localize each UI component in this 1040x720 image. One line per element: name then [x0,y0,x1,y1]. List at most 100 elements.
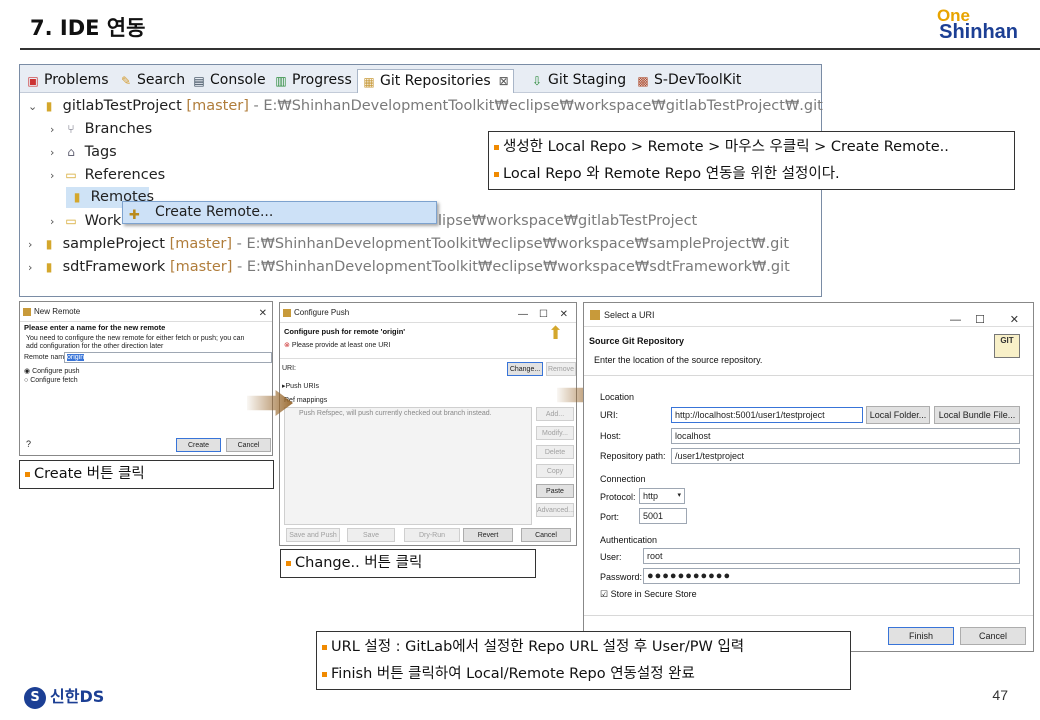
cancel-button[interactable]: Cancel [960,627,1026,645]
remove-button[interactable]: Remove [546,362,576,376]
callout-top: 생성한 Local Repo > Remote > 마우스 우클릭 > Crea… [488,131,1015,190]
view-tab-bar: ▣ Problems ✎ Search ▤ Console ▥ Progress ▦ Gi… [20,65,821,93]
working-tree-path: lipse₩workspace₩gitlabTestProject [438,213,698,229]
tree-row-references[interactable]: › ▭ References [50,164,165,186]
bullet-icon [494,172,499,177]
tree-row-tags[interactable]: › ⌂ Tags [50,141,117,163]
tab-s-devtoolkit[interactable]: ▩ S-DevToolKit [632,69,745,93]
port-input[interactable]: 5001 [639,508,687,524]
remotes-icon: ▮ [73,190,81,204]
tree-row-working-tree[interactable]: › ▭ Work [50,210,121,232]
header-divider [20,48,1040,50]
maximize-icon[interactable]: ☐ [975,308,985,332]
tab-search[interactable]: ✎ Search [115,69,189,93]
protocol-select[interactable]: http ▾ [639,488,685,504]
copy-button[interactable]: Copy [536,464,574,478]
configure-push-dialog: Configure Push — ☐ ✕ Configure push for rem… [279,302,577,546]
local-folder-button[interactable]: Local Folder... [866,406,930,424]
user-input[interactable]: root [643,548,1020,564]
save-button[interactable]: Save [347,528,395,542]
chevron-right-icon[interactable]: › [50,211,62,233]
tab-progress[interactable]: ▥ Progress [270,69,356,93]
bullet-icon [494,145,499,150]
eclipse-icon [23,308,31,316]
cancel-button[interactable]: Cancel [226,438,271,452]
close-icon[interactable]: ✕ [560,305,568,325]
revert-button[interactable]: Revert [463,528,513,542]
repository-icon: ▮ [45,99,53,113]
devtoolkit-icon: ▩ [637,74,649,88]
push-uris-toggle[interactable]: ▸Push URIs [282,382,319,390]
dry-run-button[interactable]: Dry-Run [404,528,460,542]
progress-icon: ▥ [275,74,287,88]
shinhan-logo-icon: S [24,686,46,709]
radio-configure-push[interactable]: ◉ Configure push [24,367,80,375]
branches-icon: ⑂ [67,122,75,136]
ref-mappings-table[interactable]: Push Refspec, will push currently checke… [284,407,532,525]
repository-icon: ▮ [45,237,53,251]
callout-create: Create 버튼 클릭 [19,460,274,489]
git-badge-icon: GIT [994,334,1020,358]
chevron-down-icon: ▾ [677,492,681,499]
uri-input[interactable]: http://localhost:5001/user1/testproject [671,407,863,423]
create-remote-icon: ✚ [129,208,140,223]
tree-row-branches[interactable]: › ⑂ Branches [50,118,152,140]
radio-configure-fetch[interactable]: ○ Configure fetch [24,377,78,384]
chevron-right-icon[interactable]: › [50,119,62,141]
chevron-right-icon[interactable]: › [28,234,40,256]
tab-git-repositories[interactable]: ▦ Git Repositories ⊠ [357,69,514,93]
change-button[interactable]: Change... [507,362,543,376]
cancel-button[interactable]: Cancel [521,528,571,542]
bullet-icon [286,561,291,566]
eclipse-icon [590,310,600,320]
close-icon[interactable]: ✕ [1010,308,1019,332]
store-secure-checkbox[interactable]: ☑ Store in Secure Store [600,589,697,600]
add-button[interactable]: Add... [536,407,574,421]
push-wizard-icon: ⬆ [548,323,564,343]
context-menu-create-remote[interactable]: ✚ Create Remote... [122,201,437,224]
password-input[interactable]: ●●●●●●●●●●● [643,568,1020,584]
tab-console[interactable]: ▤ Console [188,69,270,93]
tree-row-gitlabtestproject[interactable]: ⌄ ▮ gitlabTestProject [master] - E:₩Shinh… [28,95,823,117]
close-icon[interactable]: ✕ [259,304,267,324]
chevron-right-icon[interactable]: › [50,165,62,187]
local-bundle-file-button[interactable]: Local Bundle File... [934,406,1020,424]
close-tab-icon[interactable]: ⊠ [499,74,509,88]
bullet-icon [322,672,327,677]
create-button[interactable]: Create [176,438,221,452]
save-and-push-button[interactable]: Save and Push [286,528,340,542]
remote-name-input[interactable]: origin [64,352,272,363]
maximize-icon[interactable]: ☐ [539,305,548,325]
repository-icon: ▮ [45,260,53,274]
folder-icon: ▭ [65,214,77,228]
page-title: 7. IDE 연동 [30,16,146,40]
help-icon[interactable]: ? [26,439,31,449]
finish-button[interactable]: Finish [888,627,954,645]
new-remote-dialog: New Remote ✕ Please enter a name for the … [19,301,273,456]
chevron-down-icon[interactable]: ⌄ [28,96,40,118]
tags-icon: ⌂ [67,145,75,159]
tab-problems[interactable]: ▣ Problems [22,69,113,93]
git-staging-icon: ⇩ [531,74,543,88]
paste-button[interactable]: Paste [536,484,574,498]
minimize-icon[interactable]: — [950,308,961,332]
chevron-right-icon[interactable]: › [28,257,40,279]
callout-bottom: URL 설정 : GitLab에서 설정한 Repo URL 설정 후 User… [316,631,851,690]
repository-path-input[interactable]: /user1/testproject [671,448,1020,464]
tab-git-staging[interactable]: ⇩ Git Staging [526,69,630,93]
tree-row-sdtframework[interactable]: › ▮ sdtFramework [master] - E:₩ShinhanDev… [28,256,790,278]
modify-button[interactable]: Modify... [536,426,574,440]
delete-button[interactable]: Delete [536,445,574,459]
git-repo-icon: ▦ [363,75,375,89]
eclipse-icon [283,309,291,317]
chevron-right-icon[interactable]: › [50,142,62,164]
footer-logo: S 신한DS [24,683,104,709]
advanced-button[interactable]: Advanced... [536,503,574,517]
tree-row-sampleproject[interactable]: › ▮ sampleProject [master] - E:₩ShinhanDe… [28,233,789,255]
host-input[interactable]: localhost [671,428,1020,444]
minimize-icon[interactable]: — [518,305,528,325]
select-uri-dialog: Select a URI — ☐ ✕ Source Git Repository En… [583,302,1034,652]
console-icon: ▤ [193,74,205,88]
callout-change: Change.. 버튼 클릭 [280,549,536,578]
error-icon: ⊗ [284,342,290,349]
